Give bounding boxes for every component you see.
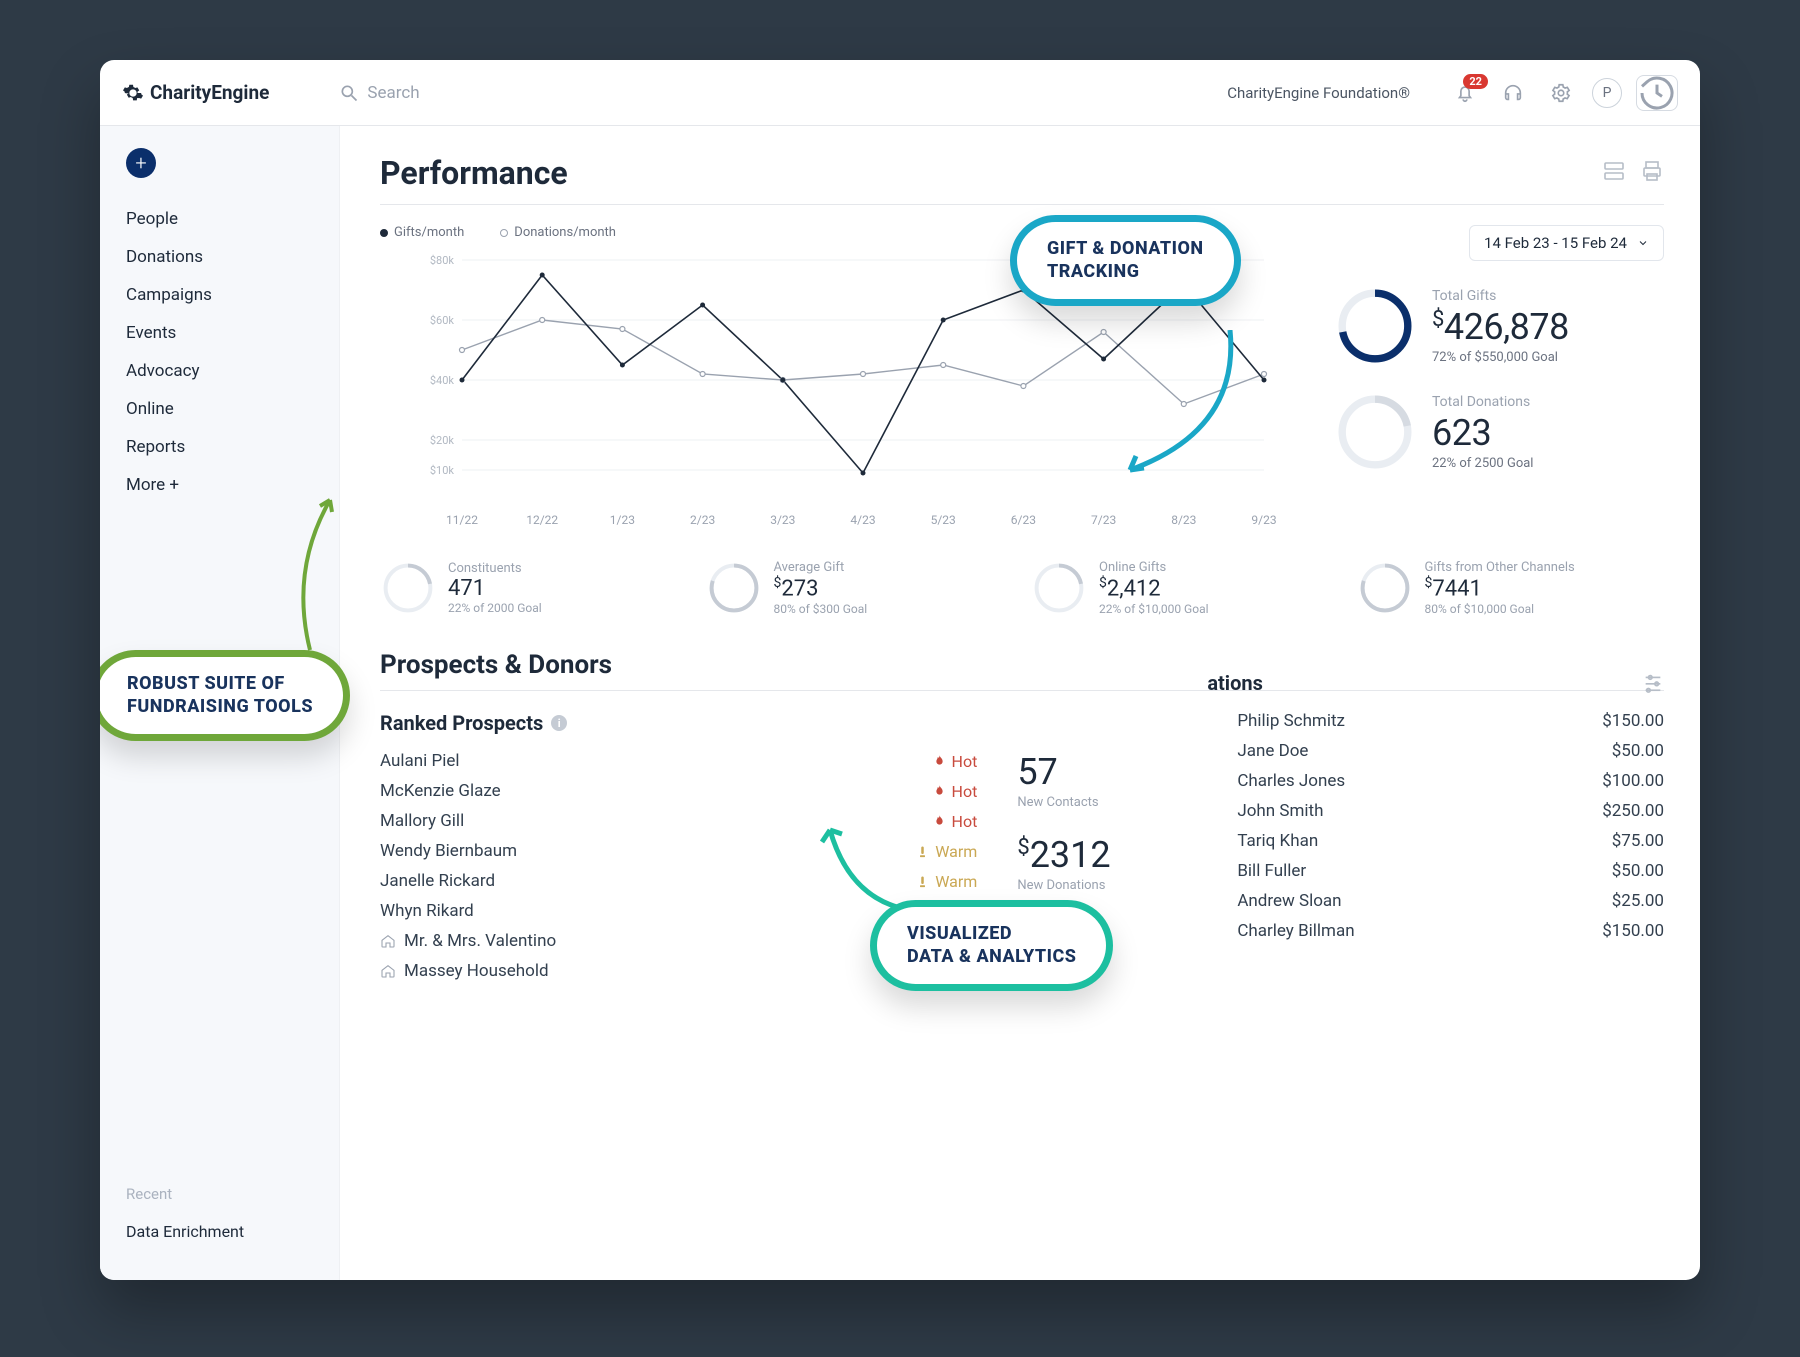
app-window: CharityEngine Search CharityEngine Found…	[100, 60, 1700, 1280]
header-icons: 22 P	[1448, 75, 1678, 111]
donor-row[interactable]: Jane Doe$50.00	[1237, 741, 1664, 761]
svg-text:2/23: 2/23	[690, 513, 715, 527]
stat-total-donations: Total Donations 623 22% of 2500 Goal	[1334, 391, 1664, 473]
user-avatar[interactable]: P	[1592, 78, 1622, 108]
svg-text:4/23: 4/23	[850, 513, 875, 527]
donor-row[interactable]: Philip Schmitz$150.00	[1237, 711, 1664, 731]
page-title: Performance	[380, 154, 568, 192]
donor-row[interactable]: Andrew Sloan$25.00	[1237, 891, 1664, 911]
org-name[interactable]: CharityEngine Foundation®	[1227, 84, 1410, 102]
nav-item-donations[interactable]: Donations	[100, 238, 339, 276]
donations-title-partial: ations	[1207, 671, 1664, 695]
svg-text:$10k: $10k	[430, 464, 455, 477]
svg-text:5/23: 5/23	[931, 513, 956, 527]
svg-text:$60k: $60k	[430, 314, 455, 327]
donor-row[interactable]: Tariq Khan$75.00	[1237, 831, 1664, 851]
chevron-down-icon	[1637, 237, 1649, 249]
prospect-row[interactable]: Aulani PielHot	[380, 751, 977, 771]
search-placeholder: Search	[367, 83, 419, 103]
svg-text:7/23: 7/23	[1091, 513, 1116, 527]
svg-text:$40k: $40k	[430, 374, 455, 387]
settings-button[interactable]	[1544, 76, 1578, 110]
kpi-constituents: Constituents47122% of 2000 Goal	[380, 560, 688, 616]
svg-text:$20k: $20k	[430, 434, 455, 447]
callout-gift-tracking: GIFT & DONATIONTRACKING	[1010, 215, 1241, 306]
donor-row[interactable]: Bill Fuller$50.00	[1237, 861, 1664, 881]
print-button[interactable]	[1640, 159, 1664, 187]
brand-logo[interactable]: CharityEngine	[122, 81, 269, 104]
nav-item-campaigns[interactable]: Campaigns	[100, 276, 339, 314]
nav-item-online[interactable]: Online	[100, 390, 339, 428]
kpi-online-gifts: Online Gifts$2,41222% of $10,000 Goal	[1031, 560, 1339, 616]
nav-item-advocacy[interactable]: Advocacy	[100, 352, 339, 390]
print-icon	[1640, 159, 1664, 183]
svg-text:3/23: 3/23	[770, 513, 795, 527]
svg-text:6/23: 6/23	[1011, 513, 1036, 527]
nav-item-reports[interactable]: Reports	[100, 428, 339, 466]
callout-fundraising-tools: ROBUST SUITE OFFUNDRAISING TOOLS	[100, 650, 350, 741]
svg-text:1/23: 1/23	[610, 513, 635, 527]
search-input[interactable]: Search	[339, 83, 1207, 103]
svg-text:$80k: $80k	[430, 254, 455, 267]
mid-stat: $2312New Donations	[1017, 834, 1197, 893]
support-button[interactable]	[1496, 76, 1530, 110]
gear-icon	[122, 82, 144, 104]
layout-icon	[1602, 159, 1626, 183]
filter-button[interactable]	[1642, 671, 1664, 697]
svg-text:11/22: 11/22	[446, 513, 478, 527]
legend-gifts[interactable]: Gifts/month	[380, 225, 464, 240]
history-button[interactable]	[1636, 75, 1678, 111]
arrow-cyan-icon	[1110, 330, 1250, 490]
svg-text:9/23: 9/23	[1251, 513, 1276, 527]
donor-row[interactable]: Charles Jones$100.00	[1237, 771, 1664, 791]
search-icon	[339, 83, 359, 103]
nav-item-events[interactable]: Events	[100, 314, 339, 352]
kpi-gifts-from-other-channels: Gifts from Other Channels$744180% of $10…	[1357, 560, 1665, 616]
svg-text:12/22: 12/22	[526, 513, 558, 527]
donor-row[interactable]: John Smith$250.00	[1237, 801, 1664, 821]
stat-total-gifts: Total Gifts $426,878 72% of $550,000 Goa…	[1334, 285, 1664, 367]
history-icon	[1637, 73, 1677, 113]
brand-text: CharityEngine	[150, 81, 269, 104]
notification-badge: 22	[1463, 74, 1488, 89]
info-icon[interactable]: i	[551, 715, 567, 731]
mid-stat: 57New Contacts	[1017, 751, 1197, 810]
gear-icon	[1550, 82, 1572, 104]
add-button[interactable]: +	[126, 148, 156, 178]
donor-row[interactable]: Charley Billman$150.00	[1237, 921, 1664, 941]
prospect-row[interactable]: McKenzie GlazeHot	[380, 781, 977, 801]
titlebar: CharityEngine Search CharityEngine Found…	[100, 60, 1700, 126]
main: Performance Gifts/month Donations/month …	[340, 126, 1700, 1280]
recent-label: Recent	[100, 1175, 339, 1213]
notifications-button[interactable]: 22	[1448, 76, 1482, 110]
nav-item-people[interactable]: People	[100, 200, 339, 238]
svg-text:8/23: 8/23	[1171, 513, 1196, 527]
legend-donations[interactable]: Donations/month	[500, 225, 616, 240]
kpi-average-gift: Average Gift$27380% of $300 Goal	[706, 560, 1014, 616]
date-range-picker[interactable]: 14 Feb 23 - 15 Feb 24	[1469, 225, 1664, 261]
layout-button[interactable]	[1602, 159, 1626, 187]
callout-data-analytics: VISUALIZEDDATA & ANALYTICS	[870, 900, 1113, 991]
arrow-green-icon	[280, 490, 360, 660]
recent-item[interactable]: Data Enrichment	[100, 1213, 339, 1250]
ranked-prospects-title: Ranked Prospects i	[380, 711, 977, 735]
sliders-icon	[1642, 671, 1664, 693]
headset-icon	[1502, 82, 1524, 104]
